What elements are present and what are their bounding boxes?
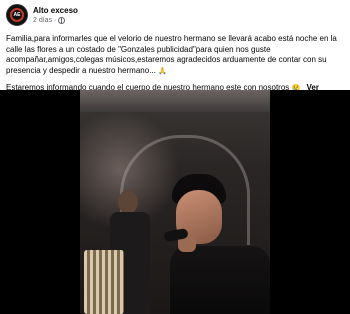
accordion xyxy=(84,250,124,314)
page-name[interactable]: Alto exceso xyxy=(33,6,78,16)
avatar-logo-text: AE xyxy=(13,12,21,18)
post-header: AE Alto exceso 2 días · xyxy=(6,2,344,28)
post-text-main: Familia,para informarles que el velorio … xyxy=(6,34,337,75)
post-meta: 2 días · xyxy=(33,16,78,25)
singer-shirt xyxy=(170,246,270,314)
stage-ceiling xyxy=(80,90,270,112)
video-frame xyxy=(80,90,270,314)
globe-icon xyxy=(58,16,66,24)
singer xyxy=(160,174,270,314)
post-video[interactable] xyxy=(0,90,350,314)
post-time[interactable]: 2 días xyxy=(33,16,52,25)
praying-hands-emoji: 🙏 xyxy=(158,67,167,75)
avatar[interactable]: AE xyxy=(6,4,28,26)
header-text: Alto exceso 2 días · xyxy=(33,6,78,25)
meta-separator: · xyxy=(54,16,57,24)
post-text: Familia,para informarles que el velorio … xyxy=(6,34,344,77)
musician-head xyxy=(118,190,138,214)
